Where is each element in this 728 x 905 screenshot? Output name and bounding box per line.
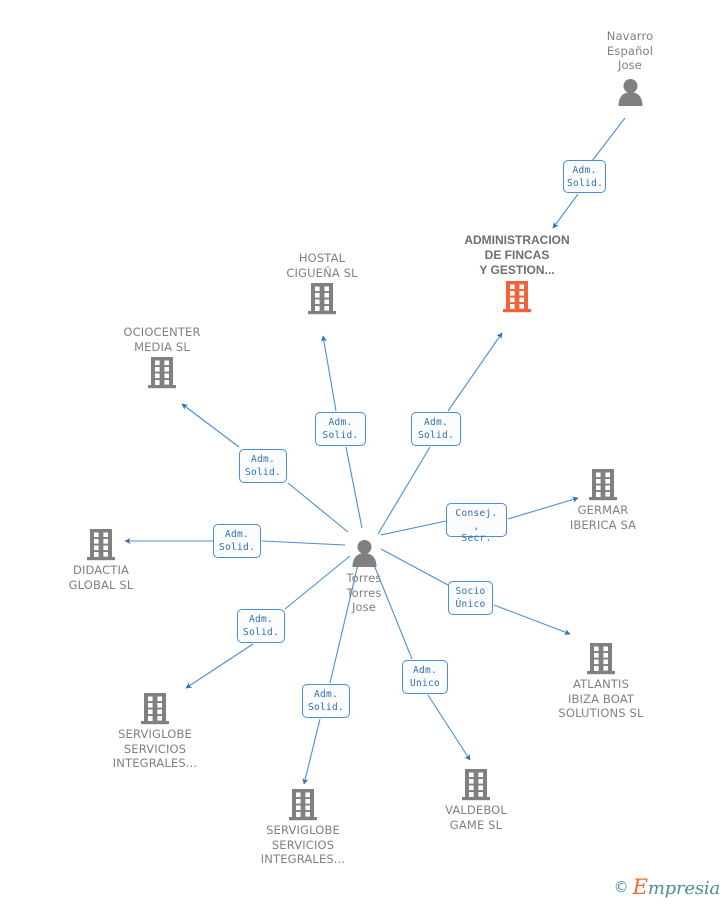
brand-initial: E [632, 875, 648, 899]
edge-torres-role-adminfincas [377, 446, 431, 535]
copyright-icon: © [613, 878, 629, 896]
relationship-graph-canvas: Navarro Español Jose ADMINISTRACION DE F… [0, 0, 728, 905]
building-icon [26, 528, 176, 562]
node-label: Torres Torres Jose [346, 571, 382, 614]
node-serviglobe-servicios-integrales-1[interactable]: SERVIGLOBE SERVICIOS INTEGRALES... [80, 692, 230, 771]
role-badge-adm-solid-navarro[interactable]: Adm. Solid. [563, 160, 606, 193]
role-badge-consej-secr-germar[interactable]: Consej. , Secr. [446, 503, 507, 544]
node-didactia-global-sl[interactable]: DIDACTIA GLOBAL SL [26, 528, 176, 592]
role-badge-adm-solid-serviglobe1[interactable]: Adm. Solid. [237, 609, 285, 643]
node-label: SERVIGLOBE SERVICIOS INTEGRALES... [112, 727, 198, 770]
role-badge-adm-solid-ociocenter[interactable]: Adm. Solid. [239, 449, 287, 483]
building-icon [247, 282, 397, 316]
edge-role-adminfincas [552, 193, 579, 229]
edge-role-valdebol [427, 694, 471, 761]
building-icon [228, 788, 378, 822]
role-badge-adm-solid-hostal[interactable]: Adm. Solid. [315, 412, 366, 446]
node-ociocenter-media-sl[interactable]: OCIOCENTER MEDIA SL [87, 325, 237, 390]
node-label: SERVIGLOBE SERVICIOS INTEGRALES... [260, 823, 346, 866]
role-badge-adm-solid-serviglobe2[interactable]: Adm. Solid. [302, 684, 350, 718]
role-badge-adm-solid-adminfincas[interactable]: Adm. Solid. [411, 412, 461, 446]
node-label: Navarro Español Jose [606, 29, 654, 72]
edge-navarro-role [591, 117, 626, 162]
building-icon [528, 468, 678, 502]
edge-role-atlantis [493, 604, 571, 635]
edge-role-ociocenter [181, 403, 240, 448]
node-label: GERMAR IBERICA SA [569, 503, 637, 532]
edge-torres-role-ociocenter [287, 482, 349, 533]
node-navarro-espanol-jose[interactable]: Navarro Español Jose [555, 29, 705, 109]
node-serviglobe-servicios-integrales-2[interactable]: SERVIGLOBE SERVICIOS INTEGRALES... [228, 788, 378, 867]
edge-role-hostal [320, 335, 337, 412]
person-icon [555, 75, 705, 109]
edge-role-serviglobe2 [302, 718, 321, 785]
node-label: DIDACTIA GLOBAL SL [68, 563, 134, 592]
node-label: HOSTAL CIGUEÑA SL [286, 251, 358, 280]
role-badge-socio-unico-atlantis[interactable]: Socio Único [448, 581, 493, 615]
node-label: OCIOCENTER MEDIA SL [123, 325, 201, 354]
person-icon [289, 536, 439, 570]
building-icon [80, 692, 230, 726]
brand-wordmark: Empresia [632, 875, 721, 899]
role-badge-adm-solid-didactia[interactable]: Adm. Solid. [213, 524, 261, 558]
node-atlantis-ibiza-boat-solutions-sl[interactable]: ATLANTIS IBIZA BOAT SOLUTIONS SL [526, 642, 676, 721]
node-hostal-ciguena-sl[interactable]: HOSTAL CIGUEÑA SL [247, 251, 397, 316]
node-valdebol-game-sl[interactable]: VALDEBOL GAME SL [401, 768, 551, 832]
empresia-watermark: © Empresia [613, 875, 721, 899]
node-label: ATLANTIS IBIZA BOAT SOLUTIONS SL [558, 677, 644, 720]
edge-torres-role-germar [380, 520, 447, 536]
page-title: ADMINISTRACION DE FINCAS Y GESTION... [464, 233, 570, 277]
building-icon [526, 642, 676, 676]
node-administracion-de-fincas-y-gestion[interactable]: ADMINISTRACION DE FINCAS Y GESTION... [442, 233, 592, 314]
node-germar-iberica-sa[interactable]: GERMAR IBERICA SA [528, 468, 678, 532]
role-badge-adm-unico-valdebol[interactable]: Adm. Unico [402, 660, 448, 694]
node-label: VALDEBOL GAME SL [445, 803, 507, 832]
building-icon [401, 768, 551, 802]
edge-role-adminfincas-2 [447, 332, 503, 412]
building-icon [442, 280, 592, 314]
node-torres-torres-jose[interactable]: Torres Torres Jose [289, 536, 439, 615]
edge-torres-role-hostal [345, 446, 363, 529]
brand-rest: mpresia [647, 878, 720, 899]
building-icon [87, 356, 237, 390]
edge-role-serviglobe1 [185, 643, 254, 689]
